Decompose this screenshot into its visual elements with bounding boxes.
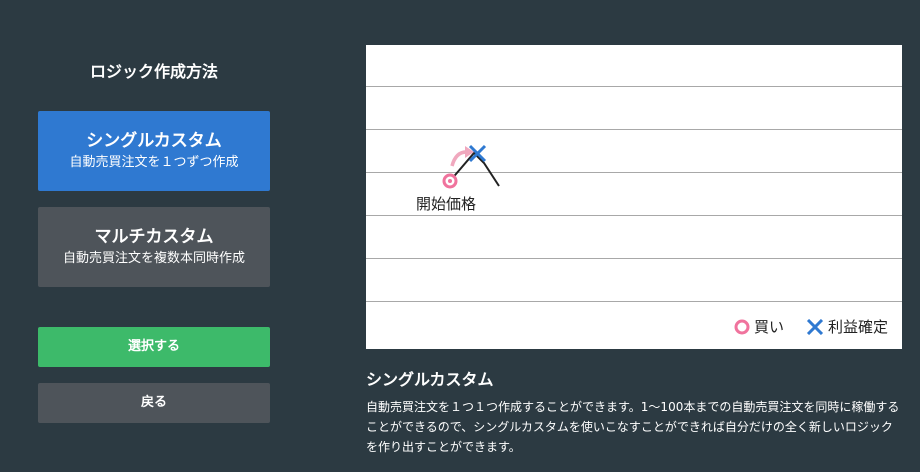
info-description: 自動売買注文を１つ１つ作成することができます。1〜100本までの自動売買注文を同… [366, 400, 900, 454]
legend-profit: 利益確定 [806, 316, 888, 337]
start-price-label: 開始価格 [416, 195, 477, 213]
buy-circle-icon [734, 319, 750, 334]
legend-profit-label: 利益確定 [827, 318, 888, 336]
single-custom-option[interactable]: シングルカスタム 自動売買注文を１つずつ作成 [38, 111, 270, 191]
back-button[interactable]: 戻る [38, 383, 270, 423]
info-title: シングルカスタム [366, 370, 494, 389]
logic-method-title: ロジック作成方法 [89, 62, 218, 81]
multi-custom-desc: 自動売買注文を複数本同時作成 [62, 251, 245, 266]
profit-marker-icon [468, 144, 487, 163]
single-custom-desc: 自動売買注文を１つずつ作成 [69, 155, 239, 170]
profit-cross-icon [806, 318, 824, 335]
legend-buy-label: 買い [753, 318, 784, 336]
multi-custom-option[interactable]: マルチカスタム 自動売買注文を複数本同時作成 [38, 207, 270, 287]
select-button[interactable]: 選択する [38, 327, 270, 367]
legend: 買い 利益確定 [712, 316, 888, 337]
multi-custom-name: マルチカスタム [94, 227, 214, 247]
legend-buy: 買い [734, 316, 784, 337]
logic-illustration: 開始価格 買い 利益確定 [366, 45, 902, 349]
single-custom-name: シングルカスタム [86, 131, 222, 151]
